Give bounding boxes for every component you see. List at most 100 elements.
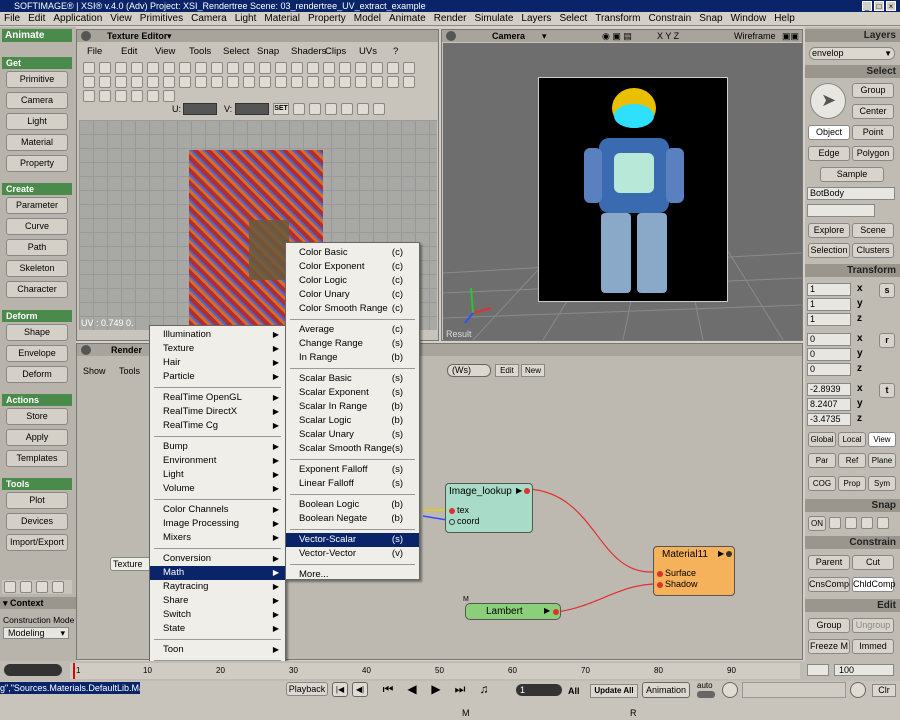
texture-tool-icon[interactable] <box>307 62 319 74</box>
rot-y-field[interactable]: 0 <box>807 348 851 361</box>
menu-model[interactable]: Model <box>350 12 385 26</box>
menu-edit[interactable]: Edit <box>24 12 49 26</box>
math-item-more-[interactable]: More... <box>286 568 419 582</box>
input-port[interactable] <box>657 571 663 577</box>
prev-key-icon[interactable]: ◀| <box>352 682 368 697</box>
menu-item-math[interactable]: Math ▶ <box>150 566 285 580</box>
ref-button[interactable]: Ref <box>838 453 866 468</box>
texture-tool-icon[interactable] <box>341 103 353 115</box>
trn-y-field[interactable]: 8.2407 <box>807 398 851 411</box>
math-item-change-range[interactable]: Change Range (s) <box>286 337 419 351</box>
cnscomp-button[interactable]: CnsComp <box>808 577 850 592</box>
trn-z-field[interactable]: -3.4735 <box>807 413 851 426</box>
plane-button[interactable]: Plane <box>868 453 896 468</box>
camera-viewport-canvas[interactable]: Result <box>443 43 802 340</box>
fast-forward-icon[interactable]: ⏭ <box>450 682 470 697</box>
math-item-scalar-smooth-range[interactable]: Scalar Smooth Range (s) <box>286 442 419 456</box>
all-button[interactable]: All <box>568 686 580 696</box>
texture-tool-icon[interactable] <box>115 62 127 74</box>
texture-tool-icon[interactable] <box>275 76 287 88</box>
texture-tool-icon[interactable] <box>291 62 303 74</box>
timeline-end-field[interactable]: 100 <box>834 664 894 676</box>
r-transform-button[interactable]: r <box>879 333 895 348</box>
get-property-button[interactable]: Property <box>6 155 68 172</box>
math-item-color-exponent[interactable]: Color Exponent (c) <box>286 260 419 274</box>
texture-tool-icon[interactable] <box>325 103 337 115</box>
timeline-start-field[interactable] <box>4 664 62 676</box>
menu-item-toon[interactable]: Toon ▶ <box>150 643 285 657</box>
menu-item-particle[interactable]: Particle ▶ <box>150 370 285 384</box>
menu-item-environment[interactable]: Environment ▶ <box>150 454 285 468</box>
global-button[interactable]: Global <box>808 432 836 447</box>
menu-property[interactable]: Property <box>304 12 350 26</box>
math-item-boolean-logic[interactable]: Boolean Logic (b) <box>286 498 419 512</box>
material-node[interactable]: Material11 ▶ Surface Shadow <box>653 546 735 596</box>
tex-menu-shaders[interactable]: Shaders <box>291 46 326 57</box>
timeline-expand-button[interactable] <box>807 664 829 676</box>
output-port[interactable] <box>726 551 732 557</box>
menu-item-share[interactable]: Share ▶ <box>150 594 285 608</box>
rot-x-field[interactable]: 0 <box>807 333 851 346</box>
u-field[interactable] <box>183 103 217 115</box>
texture-tool-icon[interactable] <box>227 62 239 74</box>
s-transform-button[interactable]: s <box>879 283 895 298</box>
texture-tool-icon[interactable] <box>163 90 175 102</box>
actions-store-button[interactable]: Store <box>6 408 68 425</box>
rot-z-field[interactable]: 0 <box>807 363 851 376</box>
local-button[interactable]: Local <box>838 432 866 447</box>
menu-material[interactable]: Material <box>260 12 304 26</box>
playback-button[interactable]: Playback <box>286 682 328 696</box>
menu-item-illumination[interactable]: Illumination ▶ <box>150 328 285 342</box>
viewport-settings-icon[interactable]: ▣▣ <box>782 30 799 42</box>
texture-tool-icon[interactable] <box>147 90 159 102</box>
object-filter-button[interactable]: Object <box>808 125 850 140</box>
playhead[interactable] <box>73 663 75 679</box>
explore-button[interactable]: Explore <box>808 223 850 238</box>
snap-icon[interactable] <box>845 517 857 529</box>
texture-tool-icon[interactable] <box>323 76 335 88</box>
deform-deform-button[interactable]: Deform <box>6 366 68 383</box>
rewind-icon[interactable]: ⏮ <box>378 682 398 697</box>
math-item-scalar-in-range[interactable]: Scalar In Range (b) <box>286 400 419 414</box>
texture-tool-icon[interactable] <box>339 76 351 88</box>
texture-tool-icon[interactable] <box>179 62 191 74</box>
texture-tool-icon[interactable] <box>355 76 367 88</box>
math-item-color-logic[interactable]: Color Logic (c) <box>286 274 419 288</box>
create-character-button[interactable]: Character <box>6 281 68 298</box>
menu-file[interactable]: File <box>0 12 24 26</box>
texture-tool-icon[interactable] <box>179 76 191 88</box>
immed-button[interactable]: Immed <box>852 639 894 654</box>
menu-animate[interactable]: Animate <box>385 12 430 26</box>
tool-icon[interactable] <box>36 581 48 593</box>
math-item-color-smooth-range[interactable]: Color Smooth Range (c) <box>286 302 419 316</box>
texture-tool-icon[interactable] <box>259 76 271 88</box>
texture-tool-icon[interactable] <box>339 62 351 74</box>
texture-tool-icon[interactable] <box>195 76 207 88</box>
texture-tool-icon[interactable] <box>275 62 287 74</box>
texture-tool-icon[interactable] <box>403 62 415 74</box>
key-track[interactable] <box>742 682 846 698</box>
tool-icon[interactable] <box>20 581 32 593</box>
math-item-scalar-logic[interactable]: Scalar Logic (b) <box>286 414 419 428</box>
chldcomp-button[interactable]: ChldComp <box>852 577 896 592</box>
texture-tool-icon[interactable] <box>83 90 95 102</box>
texture-tool-icon[interactable] <box>163 76 175 88</box>
math-item-vector-scalar[interactable]: Vector-Scalar (s) <box>286 533 419 547</box>
input-port[interactable] <box>449 508 455 514</box>
menu-item-realtime-directx[interactable]: RealTime DirectX ▶ <box>150 405 285 419</box>
math-item-linear-falloff[interactable]: Linear Falloff (s) <box>286 477 419 491</box>
output-port[interactable] <box>553 609 559 615</box>
texture-tool-icon[interactable] <box>371 62 383 74</box>
tool-icon[interactable] <box>4 581 16 593</box>
menu-transform[interactable]: Transform <box>591 12 644 26</box>
texture-tool-icon[interactable] <box>147 76 159 88</box>
prop-button[interactable]: Prop <box>838 476 866 491</box>
group-select-button[interactable]: Group <box>852 83 894 98</box>
menu-snap[interactable]: Snap <box>695 12 726 26</box>
menu-item-state[interactable]: State ▶ <box>150 622 285 636</box>
texture-tool-icon[interactable] <box>115 76 127 88</box>
snap-icon[interactable] <box>877 517 889 529</box>
point-filter-button[interactable]: Point <box>852 125 894 140</box>
parent-button[interactable]: Parent <box>808 555 850 570</box>
math-item-color-basic[interactable]: Color Basic (c) <box>286 246 419 260</box>
